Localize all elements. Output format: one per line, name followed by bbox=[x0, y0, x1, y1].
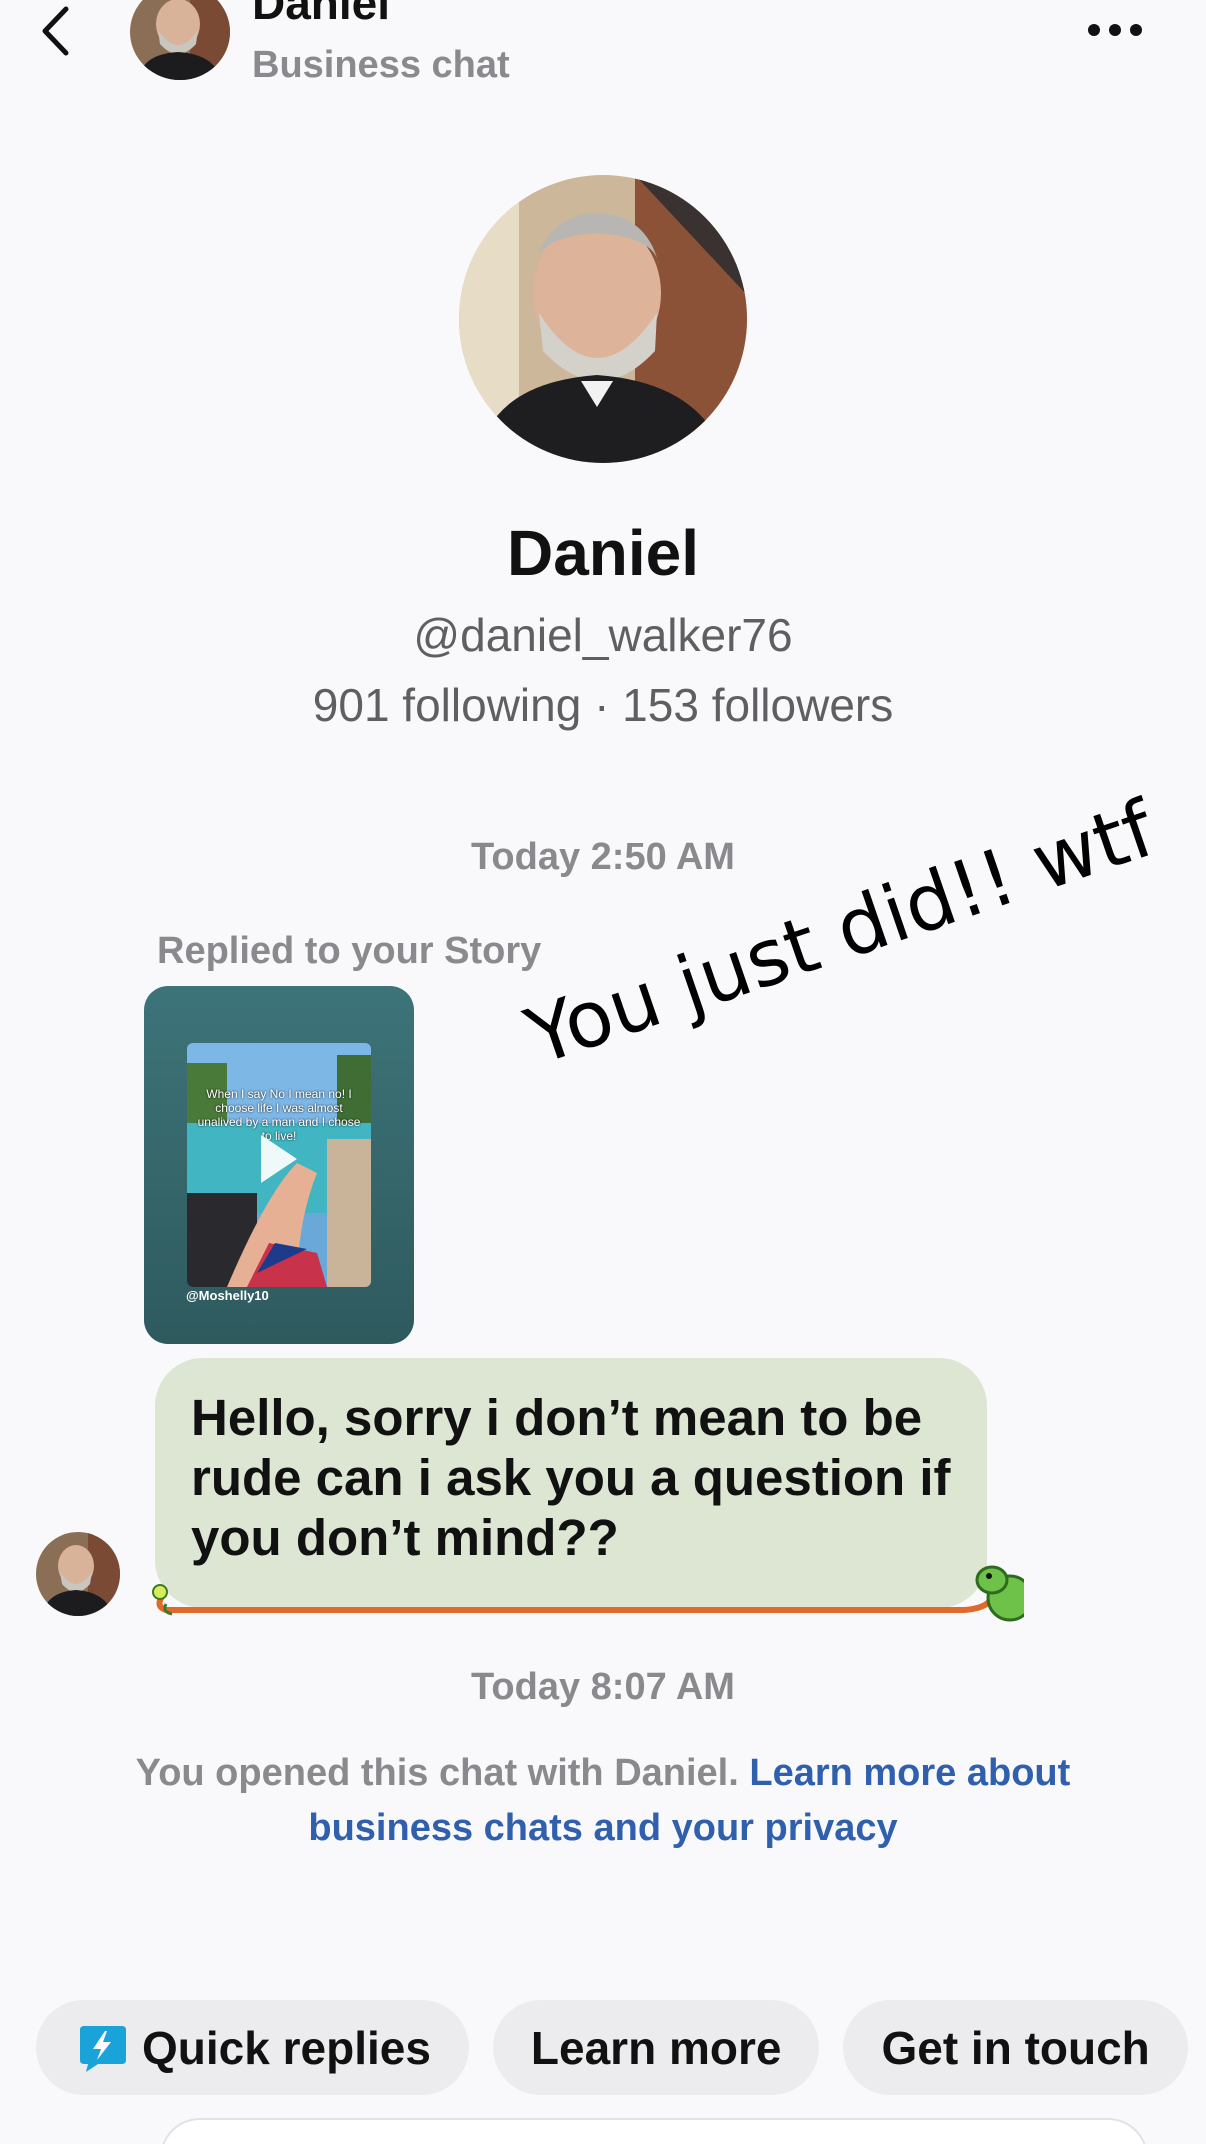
more-options-button[interactable] bbox=[1088, 18, 1154, 42]
story-reply-card[interactable]: When I say No I mean no! I choose life I… bbox=[144, 986, 414, 1344]
chat-header: Daniel Business chat bbox=[0, 0, 1206, 110]
header-subtitle: Business chat bbox=[252, 44, 510, 86]
chevron-left-icon bbox=[42, 6, 69, 56]
avatar[interactable] bbox=[36, 1532, 120, 1616]
more-dot-icon bbox=[1088, 24, 1100, 36]
more-dot-icon bbox=[1130, 24, 1142, 36]
privacy-text: You opened this chat with Daniel. bbox=[135, 1752, 750, 1794]
replied-to-story-label: Replied to your Story bbox=[157, 930, 542, 972]
message-input[interactable] bbox=[160, 2118, 1148, 2144]
quick-replies-label: Quick replies bbox=[142, 2021, 431, 2074]
learn-more-label: Learn more bbox=[530, 2021, 782, 2074]
privacy-notice: You opened this chat with Daniel. Learn … bbox=[130, 1746, 1076, 1856]
header-name[interactable]: Daniel bbox=[252, 0, 390, 26]
quick-action-bar: Quick replies Learn more Get in touch bbox=[36, 2000, 1188, 2095]
timestamp: Today 8:07 AM bbox=[471, 1666, 735, 1708]
get-in-touch-label: Get in touch bbox=[881, 2021, 1150, 2074]
profile-stats: 901 following · 153 followers bbox=[312, 679, 894, 731]
play-icon bbox=[261, 1135, 297, 1183]
get-in-touch-button[interactable]: Get in touch bbox=[843, 2000, 1188, 2095]
frog-sticker-icon bbox=[152, 1565, 1024, 1622]
more-dot-icon bbox=[1109, 24, 1121, 36]
back-button[interactable] bbox=[40, 0, 90, 62]
lightning-icon bbox=[80, 2025, 126, 2072]
profile-avatar[interactable] bbox=[459, 175, 747, 463]
story-handle: @Moshelly10 bbox=[186, 1288, 269, 1303]
message-text: Hello, sorry i don’t mean to be rude can… bbox=[191, 1389, 951, 1566]
avatar[interactable] bbox=[130, 0, 230, 80]
profile-name: Daniel bbox=[506, 517, 700, 589]
story-thumbnail: When I say No I mean no! I choose life I… bbox=[187, 1043, 371, 1287]
quick-replies-button[interactable]: Quick replies bbox=[36, 2000, 469, 2095]
learn-more-button[interactable]: Learn more bbox=[492, 2000, 820, 2095]
profile-handle: @daniel_walker76 bbox=[413, 609, 793, 661]
